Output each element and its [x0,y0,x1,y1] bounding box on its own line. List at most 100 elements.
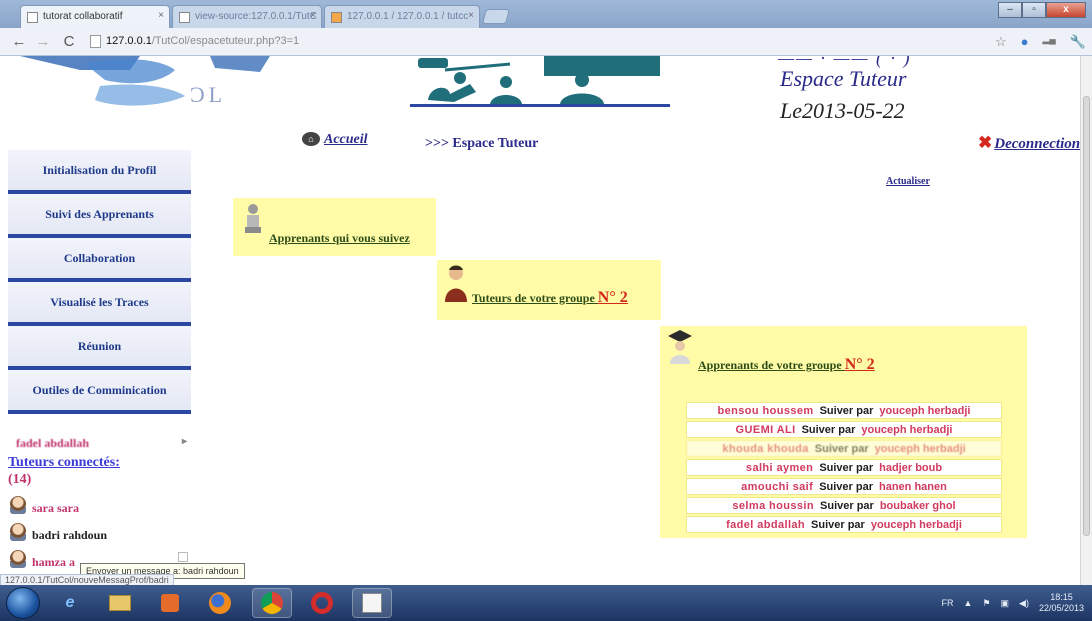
bookmark-star-icon[interactable]: ☆ [995,34,1007,50]
sidebar-item-traces[interactable]: Visualisé les Traces [8,282,191,326]
faint-checkbox[interactable] [178,552,188,562]
paint-app-icon[interactable] [352,588,392,618]
user-name: sara sara [32,501,79,515]
suivi-label: Suiver par [819,480,873,493]
marquee-name: fadel abdallah [16,436,90,450]
sidebar-item-reunion[interactable]: Réunion [8,326,191,370]
browser-tab-bar: tutorat collaboratif × view-source:127.0… [0,0,1092,28]
file-explorer-icon[interactable] [100,588,140,618]
firefox-icon[interactable] [200,588,240,618]
tray-expand-icon[interactable]: ▲ [964,598,973,608]
minimize-button[interactable]: – [998,2,1022,18]
signal-icon[interactable]: ▂▄ [1043,34,1056,50]
tuteurs-groupe-link[interactable]: Tuteurs de votre groupe [472,291,595,305]
connected-user[interactable]: badri rahdoun [10,523,107,543]
page-favicon-icon [27,12,38,23]
sidebar-item-collaboration[interactable]: Collaboration [8,238,191,282]
vertical-scrollbar[interactable] [1080,56,1092,585]
connected-user[interactable]: sara sara [10,496,79,516]
status-bar-url: 127.0.0.1/TutCol/nouveMessagProf/badri [0,574,174,585]
home-icon: ⌂ [302,132,320,146]
list-item[interactable]: amouchi saif Suiver par hanen hanen [686,478,1002,495]
tuteur-name: youceph herbadji [870,518,962,531]
window-close-button[interactable]: x [1046,2,1086,18]
scrollbar-thumb[interactable] [1083,96,1090,536]
new-tab-button[interactable] [481,9,511,24]
sidebar-item-label: Outiles de Comminication [32,382,167,397]
box-apprenants-suivis: Apprenants qui vous suivez [233,198,436,256]
list-item[interactable]: fadel abdallah Suiver par youceph herbadji [686,516,1002,533]
apprenant-name: bensou houssem [717,404,814,417]
accueil-link[interactable]: ⌂ Accueil [302,132,368,148]
url-host: 127.0.0.1 [106,35,152,47]
tutor-avatar-icon [445,265,467,302]
avatar-icon [10,550,26,568]
apprenant-name: khouda khouda [722,442,809,455]
tuteur-name: youceph herbadji [879,404,971,417]
list-item[interactable]: bensou houssem Suiver par youceph herbadji [686,402,1002,419]
flag-icon[interactable]: ⚑ [982,598,990,609]
close-icon[interactable]: × [310,10,316,21]
volume-icon[interactable]: ◀) [1019,598,1029,609]
media-player-icon[interactable] [150,588,190,618]
suivi-label: Suiver par [820,499,874,512]
opera-icon[interactable] [302,588,342,618]
tab-label: 127.0.0.1 / 127.0.0.1 / tutcc [347,11,469,22]
list-item[interactable]: khouda khouda Suiver par youceph herbadji [686,440,1002,457]
toolbar-right: ☆ ● ▂▄ 🔧 [995,34,1086,50]
group-number: N° 2 [844,356,875,373]
suivi-label: Suiver par [819,461,874,474]
sidebar-item-label: Réunion [77,338,122,353]
network-icon[interactable]: ▣ [1001,598,1010,609]
url-input[interactable]: 127.0.0.1/TutCol/espacetuteur.php?3=1 [88,32,988,52]
connected-user[interactable]: hamza a [10,550,75,570]
refresh-link[interactable]: Actualiser [886,176,930,187]
close-x-icon: ✖ [978,133,993,152]
back-arrow-icon[interactable]: ← [10,33,28,50]
apprenant-name: amouchi saif [741,480,814,493]
window-controls: – ▫ x [998,2,1086,18]
list-item[interactable]: salhi aymen Suiver par hadjer boub [686,459,1002,476]
tab-phpmyadmin[interactable]: 127.0.0.1 / 127.0.0.1 / tutcc × [324,5,480,28]
language-indicator[interactable]: FR [942,598,954,608]
wrench-icon[interactable]: 🔧 [1070,34,1086,50]
tab-view-source[interactable]: view-source:127.0.0.1/TutC × [172,5,322,28]
forward-arrow-icon[interactable]: → [34,33,52,50]
internet-explorer-icon[interactable]: e [50,588,90,618]
page-title: Espace Tuteur [780,66,907,91]
user-name: hamza a [32,555,75,569]
tab-tutorat[interactable]: tutorat collaboratif × [20,5,170,28]
clock-date: 22/05/2013 [1038,603,1084,613]
tuteur-name: youceph herbadji [861,423,953,436]
start-button[interactable] [6,587,40,619]
apprenant-name: fadel abdallah [726,518,806,531]
reload-icon[interactable]: C [60,33,78,50]
url-path: /TutCol/espacetuteur.php?3=1 [151,35,300,47]
tab-label: tutorat collaboratif [43,11,123,22]
svg-text:ƆL: ƆL [190,82,226,107]
sidebar-item-profil[interactable]: Initialisation du Profil [8,150,191,194]
list-item[interactable]: selma houssin Suiver par boubaker ghol [686,497,1002,514]
breadcrumb: >>> Espace Tuteur [425,136,539,151]
sidebar-item-suivi[interactable]: Suivi des Apprenants [8,194,191,238]
apprenants-suivis-link[interactable]: Apprenants qui vous suivez [269,231,410,246]
graduate-icon [668,330,692,364]
close-icon[interactable]: × [158,10,164,21]
clock[interactable]: 18:15 22/05/2013 [1039,592,1084,614]
close-icon[interactable]: × [468,10,474,21]
sidebar-item-communication[interactable]: Outiles de Comminication [8,370,191,414]
extension-globe-icon[interactable]: ● [1021,34,1029,50]
list-item[interactable]: GUEMI ALI Suiver par youceph herbadji [686,421,1002,438]
suivi-label: Suiver par [801,423,856,436]
logout-link[interactable]: ✖ Deconnection [978,133,1080,153]
maximize-button[interactable]: ▫ [1022,2,1046,18]
sidebar-item-label: Suivi des Apprenants [45,206,154,221]
chrome-icon[interactable] [252,588,292,618]
address-bar: ← → C 127.0.0.1/TutCol/espacetuteur.php?… [0,28,1092,56]
windows-taskbar: e FR ▲ ⚑ ▣ ◀) 18:15 22/05/2013 [0,585,1092,621]
apprenant-name: salhi aymen [745,461,814,474]
apprenant-name: GUEMI ALI [735,423,796,436]
sidebar-item-label: Collaboration [63,250,136,265]
sidebar-item-label: Initialisation du Profil [42,162,157,177]
apprenants-groupe-link[interactable]: Apprenants de votre groupe [698,358,842,372]
